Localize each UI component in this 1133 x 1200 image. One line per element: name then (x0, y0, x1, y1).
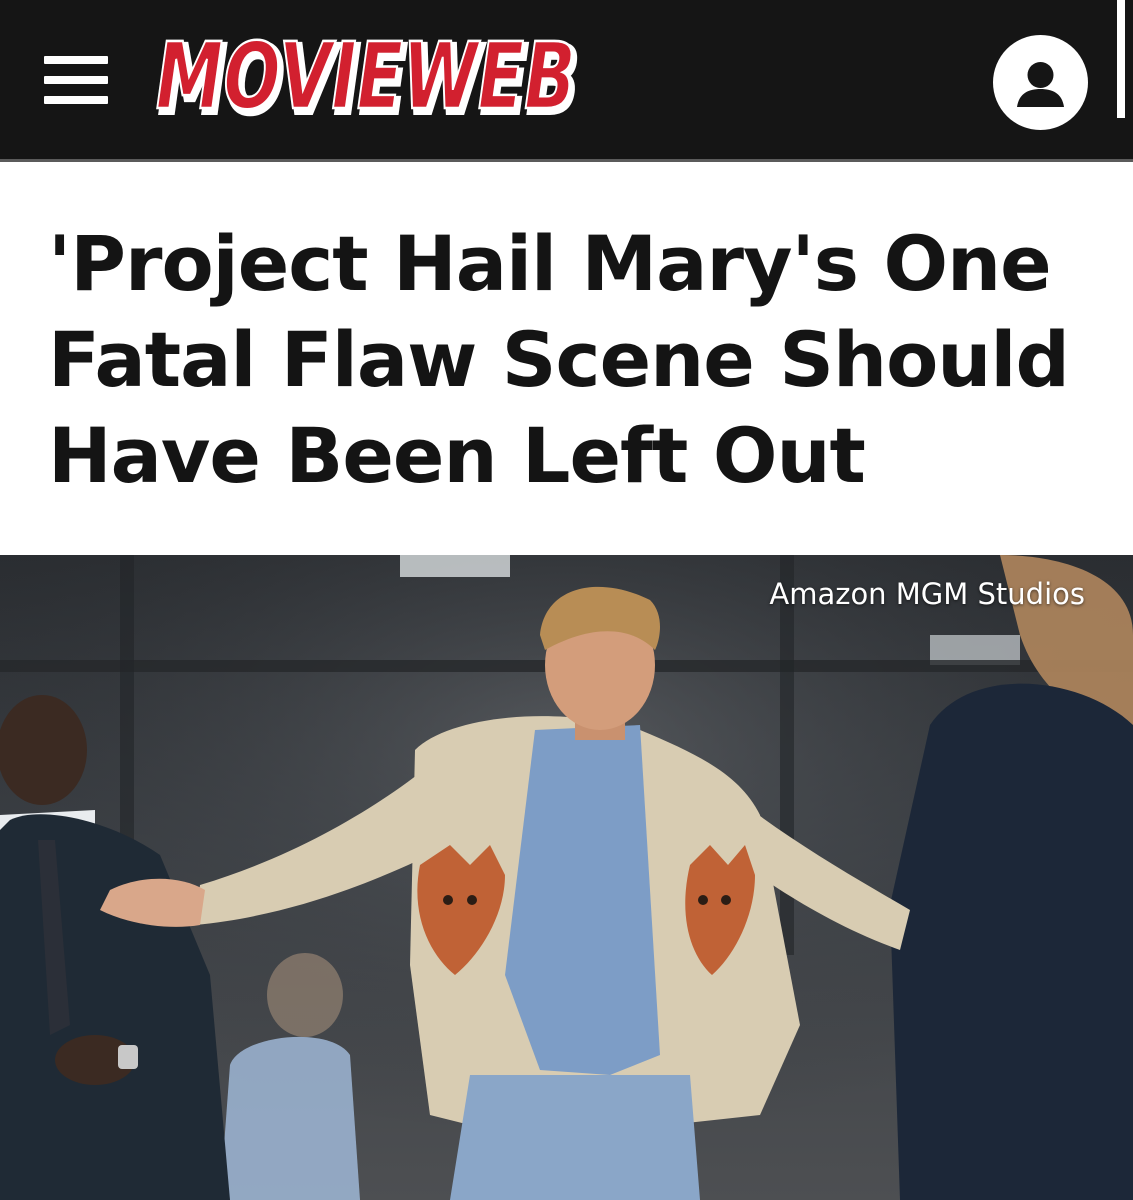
scrollbar[interactable] (1117, 0, 1125, 118)
movie-still-illustration (0, 555, 1133, 1200)
logo-wordmark: MOVIEWEB MOVIEWEB (150, 30, 590, 130)
menu-bar (44, 76, 108, 84)
image-credit: Amazon MGM Studios (769, 577, 1085, 611)
site-logo[interactable]: MOVIEWEB MOVIEWEB (150, 30, 590, 130)
hero-image: Amazon MGM Studios (0, 555, 1133, 1200)
article-title: 'Project Hail Mary's One Fatal Flaw Scen… (48, 219, 1070, 500)
hamburger-menu-icon[interactable] (44, 52, 108, 110)
user-account-icon[interactable] (993, 35, 1088, 130)
menu-bar (44, 96, 108, 104)
user-silhouette-icon (1017, 62, 1064, 107)
logo-text: MOVIEWEB (150, 30, 583, 130)
menu-bar (44, 56, 108, 64)
site-header: MOVIEWEB MOVIEWEB (0, 0, 1133, 162)
page: MOVIEWEB MOVIEWEB 'Project Hail Mary's O… (0, 0, 1133, 1200)
